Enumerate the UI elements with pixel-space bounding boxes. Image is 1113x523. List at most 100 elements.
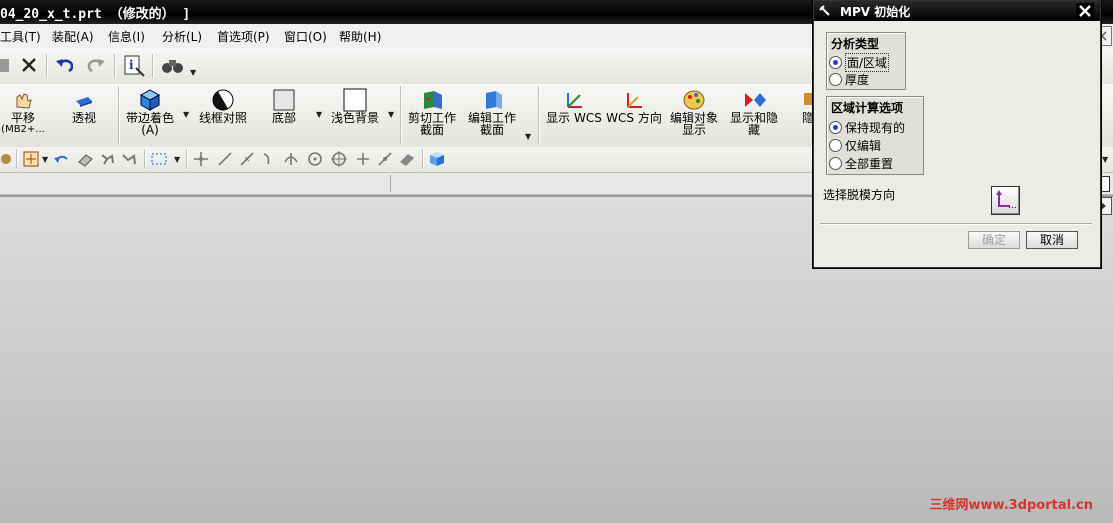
- wcs-axes-icon: [562, 88, 586, 112]
- toolbar-separator: [46, 54, 48, 78]
- open-icon[interactable]: [0, 56, 10, 74]
- snap-group-icon[interactable]: [0, 150, 14, 168]
- curve-icon[interactable]: [260, 150, 278, 168]
- dialog-separator: [820, 223, 1092, 225]
- radio-selected-icon: [829, 121, 842, 134]
- circle-center-icon[interactable]: [306, 150, 324, 168]
- radio-unselected-icon: [829, 73, 842, 86]
- toolbar-separator: [400, 86, 402, 144]
- show-hide-icon: [742, 88, 766, 112]
- radio-face-region[interactable]: 面/区域: [829, 53, 890, 72]
- dropdown-arrow-icon[interactable]: ▼: [190, 68, 196, 77]
- pull-direction-button[interactable]: ...: [991, 186, 1020, 215]
- bottom-view-button[interactable]: 底部: [264, 88, 304, 124]
- display-wcs-button[interactable]: 显示 WCS: [546, 88, 602, 124]
- feature-icon[interactable]: [98, 150, 116, 168]
- dialog-title-bar[interactable]: MPV 初始化: [814, 1, 1100, 21]
- intersection-icon[interactable]: [282, 150, 300, 168]
- pan-hand-icon: [11, 88, 35, 112]
- line-icon[interactable]: [216, 150, 234, 168]
- cancel-button[interactable]: 取消: [1026, 231, 1078, 249]
- radio-unselected-icon: [829, 157, 842, 170]
- perspective-button[interactable]: 透视: [66, 88, 102, 124]
- radio-selected-icon: [829, 56, 842, 69]
- radio-keep-existing[interactable]: 保持现有的: [829, 119, 905, 136]
- undo-icon[interactable]: [55, 56, 73, 74]
- point-icon[interactable]: [354, 150, 372, 168]
- return-arrow-icon[interactable]: [52, 150, 70, 168]
- light-background-icon: [343, 88, 367, 112]
- ok-button[interactable]: 确定: [968, 231, 1020, 249]
- window-title: 04_20_x_t.prt （修改的） ]: [0, 7, 191, 22]
- menu-assembly[interactable]: 装配(A): [52, 28, 94, 45]
- toolbar-separator: [422, 149, 424, 169]
- dropdown-arrow-icon[interactable]: ▼: [525, 132, 531, 141]
- light-background-button[interactable]: 浅色背景: [328, 88, 382, 124]
- watermark: 三维网www.3dportal.cn: [929, 498, 1093, 513]
- shaded-cube-icon: [138, 88, 162, 112]
- wcs-direction-button[interactable]: WCS 方向: [606, 88, 662, 124]
- edit-work-section-button[interactable]: 编辑工作 截面: [464, 88, 520, 136]
- point-on-curve-icon[interactable]: [376, 150, 394, 168]
- dropdown-arrow-icon[interactable]: ▼: [1102, 155, 1108, 164]
- menu-information[interactable]: 信息(I): [108, 28, 145, 45]
- edit-section-icon: [480, 88, 504, 112]
- point-on-face-icon[interactable]: [398, 150, 416, 168]
- radio-unselected-icon: [829, 139, 842, 152]
- dropdown-arrow-icon[interactable]: ▼: [183, 110, 189, 119]
- menu-analysis[interactable]: 分析(L): [162, 28, 202, 45]
- dropdown-arrow-icon[interactable]: ▼: [42, 155, 48, 164]
- shaded-with-edges-button[interactable]: 带边着色 (A): [122, 88, 178, 136]
- mpv-initialize-dialog: MPV 初始化 分析类型 面/区域 厚度 区域计算选项 保持现有的 仅编辑 全部…: [813, 0, 1101, 268]
- delete-icon[interactable]: [20, 56, 38, 74]
- toolbar-separator: [538, 86, 540, 144]
- dialog-pin-icon[interactable]: [818, 4, 832, 21]
- dropdown-arrow-icon[interactable]: ▼: [388, 110, 394, 119]
- analysis-type-group: 分析类型 面/区域 厚度: [826, 32, 906, 90]
- dropdown-arrow-icon[interactable]: ▼: [316, 110, 322, 119]
- toolbar-separator: [16, 149, 18, 169]
- toolbar-separator: [390, 175, 391, 192]
- rectangle-select-icon[interactable]: [150, 150, 168, 168]
- radio-edit-only[interactable]: 仅编辑: [829, 137, 881, 154]
- radio-thickness[interactable]: 厚度: [829, 71, 869, 88]
- menu-preferences[interactable]: 首选项(P): [217, 28, 270, 45]
- analysis-type-title: 分析类型: [831, 37, 880, 51]
- region-calculation-title: 区域计算选项: [831, 101, 904, 115]
- pull-direction-label: 选择脱模方向: [823, 188, 896, 202]
- wcs-direction-icon: [622, 88, 646, 112]
- menu-window[interactable]: 窗口(O): [284, 28, 327, 45]
- eraser-icon[interactable]: [76, 150, 94, 168]
- crosshair-select-icon[interactable]: [22, 150, 40, 168]
- clip-work-section-button[interactable]: 剪切工作 截面: [404, 88, 460, 136]
- redo-icon[interactable]: [86, 56, 104, 74]
- bottom-view-icon: [272, 88, 296, 112]
- perspective-icon: [72, 88, 96, 112]
- show-hide-button[interactable]: 显示和隐 藏: [726, 88, 782, 136]
- dialog-close-icon[interactable]: [1076, 3, 1094, 19]
- information-icon[interactable]: i: [122, 54, 146, 78]
- menu-help[interactable]: 帮助(H): [339, 28, 381, 45]
- svg-text:i: i: [129, 58, 134, 72]
- chain-icon[interactable]: [120, 150, 138, 168]
- dropdown-arrow-icon[interactable]: ▼: [174, 155, 180, 164]
- wireframe-contrast-button[interactable]: 线框对照: [196, 88, 250, 124]
- palette-icon: [682, 88, 706, 112]
- toolbar-separator: [144, 149, 146, 169]
- edit-object-display-button[interactable]: 编辑对象 显示: [666, 88, 722, 136]
- move-icon[interactable]: [192, 150, 210, 168]
- pan-button[interactable]: 平移 (MB2+...: [1, 88, 45, 136]
- binoculars-icon[interactable]: [160, 54, 186, 78]
- region-calculation-group: 区域计算选项 保持现有的 仅编辑 全部重置: [826, 96, 924, 175]
- wireframe-contrast-icon: [211, 88, 235, 112]
- radio-reset-all[interactable]: 全部重置: [829, 155, 893, 172]
- toolbar-separator: [114, 54, 116, 78]
- menu-tools[interactable]: 工具(T): [0, 28, 41, 45]
- midpoint-icon[interactable]: [238, 150, 256, 168]
- toolbar-separator: [186, 149, 188, 169]
- quadrant-point-icon[interactable]: [330, 150, 348, 168]
- solid-cube-icon[interactable]: [428, 150, 446, 168]
- clip-section-icon: [420, 88, 444, 112]
- toolbar-separator: [118, 86, 120, 144]
- dialog-title: MPV 初始化: [840, 5, 911, 19]
